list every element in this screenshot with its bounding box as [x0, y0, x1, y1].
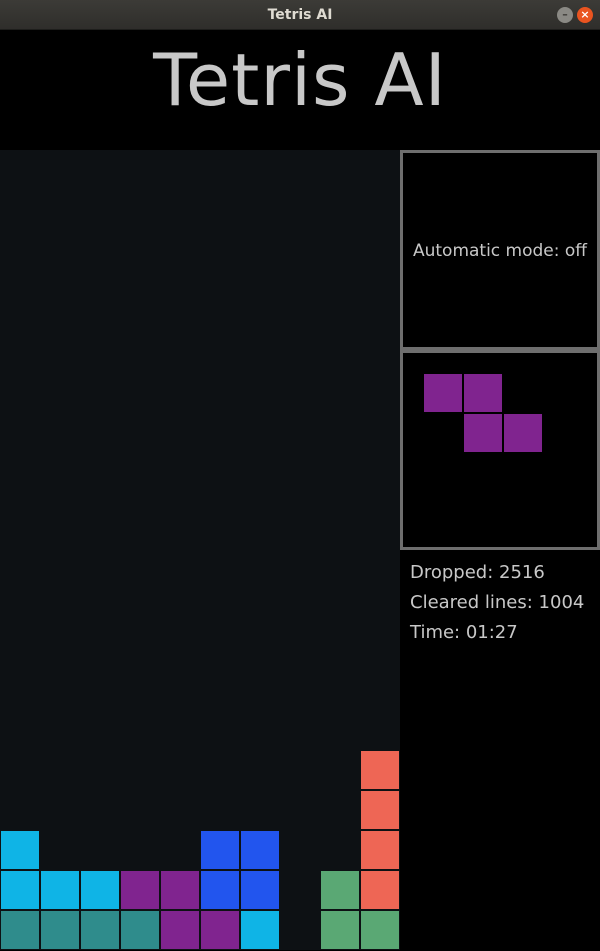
board-block — [200, 870, 240, 910]
app-title: Tetris AI — [153, 38, 447, 122]
board-block — [240, 910, 280, 950]
board-block — [40, 910, 80, 950]
game-board — [0, 150, 400, 950]
next-piece-block — [503, 413, 543, 453]
board-block — [0, 910, 40, 950]
board-block — [120, 910, 160, 950]
board-block — [120, 870, 160, 910]
next-piece-panel — [400, 350, 600, 550]
minimize-icon[interactable]: – — [557, 7, 573, 23]
stats-panel: Dropped: 2516 Cleared lines: 1004 Time: … — [400, 550, 600, 950]
window-titlebar[interactable]: Tetris AI – × — [0, 0, 600, 30]
next-piece-block — [423, 373, 463, 413]
elapsed-time: Time: 01:27 — [410, 622, 518, 643]
next-piece-block — [463, 413, 503, 453]
automatic-mode-status: Automatic mode: off — [412, 241, 588, 261]
close-icon[interactable]: × — [577, 7, 593, 23]
board-block — [200, 910, 240, 950]
mode-panel: Automatic mode: off — [400, 150, 600, 350]
window-title: Tetris AI — [267, 7, 333, 23]
board-block — [360, 790, 400, 830]
board-block — [160, 910, 200, 950]
board-block — [320, 870, 360, 910]
app-header: Tetris AI — [0, 30, 600, 150]
board-block — [0, 830, 40, 870]
board-block — [360, 750, 400, 790]
board-block — [360, 830, 400, 870]
board-block — [320, 910, 360, 950]
board-block — [0, 870, 40, 910]
board-block — [360, 870, 400, 910]
cleared-lines-count: Cleared lines: 1004 — [410, 592, 585, 613]
board-block — [240, 830, 280, 870]
board-block — [80, 910, 120, 950]
next-piece-block — [463, 373, 503, 413]
board-block — [360, 910, 400, 950]
board-block — [200, 830, 240, 870]
board-block — [160, 870, 200, 910]
board-block — [80, 870, 120, 910]
board-block — [40, 870, 80, 910]
dropped-count: Dropped: 2516 — [410, 562, 545, 583]
board-block — [240, 870, 280, 910]
